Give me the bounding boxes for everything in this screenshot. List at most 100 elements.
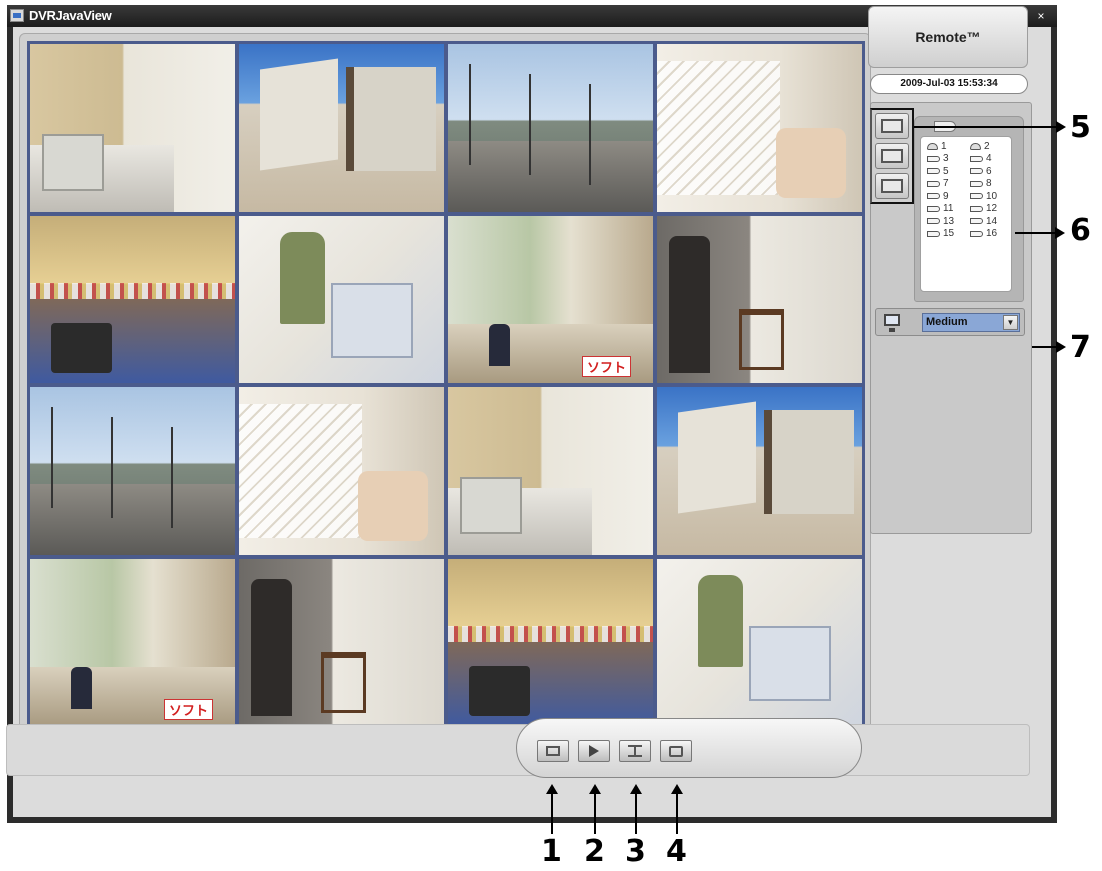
screenshot-stage: DVRJavaView ▁ ▣ × ソフトソフト Remote™ 2009-Ju… <box>0 0 1102 871</box>
camera-scene-element <box>739 309 785 370</box>
camera-list-item[interactable]: 9 <box>923 190 966 203</box>
camera-view-10[interactable] <box>239 387 444 555</box>
callout-7: 7 <box>1070 330 1091 365</box>
camera-list-item[interactable]: 12 <box>966 203 1009 216</box>
camera-list-item[interactable]: 4 <box>966 153 1009 166</box>
layout-nine-button[interactable] <box>875 143 909 169</box>
callout-3-arrow <box>630 784 642 834</box>
playback-button[interactable] <box>578 740 610 762</box>
camera-list-row: 11 12 <box>923 203 1009 216</box>
callout-1-arrow <box>546 784 558 834</box>
camera-list-item[interactable]: 1 <box>923 140 966 153</box>
camera-scene-element <box>42 134 104 192</box>
camera-scene-element <box>50 322 112 373</box>
monitor-icon <box>884 314 900 332</box>
camera-list-item[interactable]: 14 <box>966 215 1009 228</box>
layout-quad-button[interactable] <box>875 113 909 139</box>
camera-scene-element <box>669 235 711 373</box>
window-title: DVRJavaView <box>29 8 112 23</box>
camera-view-6[interactable] <box>239 215 444 383</box>
camera-number-label: 3 <box>943 153 949 165</box>
quality-select[interactable]: Medium ▼ <box>922 313 1020 332</box>
camera-list-item[interactable]: 3 <box>923 153 966 166</box>
camera-number-label: 2 <box>984 140 990 152</box>
camera-view-15[interactable] <box>448 558 653 726</box>
camera-icon <box>970 218 983 225</box>
camera-number-label: 8 <box>986 178 992 190</box>
camera-list-row: 34 <box>923 153 1009 166</box>
camera-scene-element <box>677 401 756 514</box>
callout-5: 5 <box>1070 110 1091 145</box>
camera-view-7[interactable]: ソフト <box>448 215 653 383</box>
app-icon <box>10 9 24 22</box>
camera-list-item[interactable]: 13 <box>923 215 966 228</box>
datetime-display: 2009-Jul-03 15:53:34 <box>870 74 1028 94</box>
camera-view-8[interactable] <box>657 215 862 383</box>
callout-2-arrow <box>589 784 601 834</box>
camera-view-13[interactable]: ソフト <box>30 558 235 726</box>
camera-view-16[interactable] <box>657 558 862 726</box>
search-button[interactable] <box>660 740 692 762</box>
camera-list-row: 78 <box>923 178 1009 191</box>
camera-scene-element <box>698 575 744 668</box>
camera-list-row: 9 10 <box>923 190 1009 203</box>
camera-list-item[interactable]: 10 <box>966 190 1009 203</box>
store-sign: ソフト <box>581 356 631 377</box>
camera-icon <box>927 218 940 225</box>
camera-view-1[interactable] <box>30 44 235 212</box>
camera-list-item[interactable]: 6 <box>966 165 1009 178</box>
camera-list-item[interactable]: 8 <box>966 178 1009 191</box>
network-button[interactable] <box>619 740 651 762</box>
camera-view-14[interactable] <box>239 558 444 726</box>
close-button[interactable]: × <box>1031 8 1051 24</box>
grid-4-icon <box>881 119 903 133</box>
callout-7-arrow <box>1032 341 1066 353</box>
dome-camera-icon <box>927 142 938 150</box>
camera-list-item[interactable]: 16 <box>966 228 1009 241</box>
camera-list-row: 56 <box>923 165 1009 178</box>
camera-icon <box>927 230 940 237</box>
callout-6: 6 <box>1070 213 1091 248</box>
camera-view-12[interactable] <box>657 387 862 555</box>
camera-icon <box>970 205 983 212</box>
camera-video-grid: ソフト ソフト <box>27 41 865 729</box>
camera-view-11[interactable] <box>448 387 653 555</box>
callout-6-arrow <box>1015 227 1065 239</box>
callout-3: 3 <box>625 834 646 869</box>
camera-icon <box>970 193 983 200</box>
camera-view-4[interactable] <box>657 44 862 212</box>
store-sign: ソフト <box>163 699 213 720</box>
camera-number-label: 6 <box>986 165 992 177</box>
camera-scene-element <box>345 67 436 172</box>
remote-button[interactable]: Remote™ <box>868 6 1028 68</box>
callout-1: 1 <box>541 834 562 869</box>
camera-icon <box>970 180 983 187</box>
chevron-down-icon[interactable]: ▼ <box>1003 315 1018 330</box>
camera-list-item[interactable]: 15 <box>923 228 966 241</box>
camera-scene-element <box>749 625 832 701</box>
camera-view-3[interactable] <box>448 44 653 212</box>
camera-icon <box>927 155 940 162</box>
camera-list-item[interactable]: 5 <box>923 165 966 178</box>
callout-4-arrow <box>671 784 683 834</box>
camera-number-label: 10 <box>986 190 998 202</box>
camera-number-label: 1 <box>941 140 947 152</box>
camera-list-item[interactable]: 7 <box>923 178 966 191</box>
camera-number-label: 5 <box>943 165 949 177</box>
camera-list-item[interactable]: 11 <box>923 203 966 216</box>
layout-sixteen-button[interactable] <box>875 173 909 199</box>
camera-list-item[interactable]: 2 <box>966 140 1009 153</box>
camera-scene-element <box>489 324 510 367</box>
camera-scene-element <box>259 58 338 171</box>
camera-list: 1 2 3 4 5 6 7 8 9 10 11 12 13 14 15 16 <box>920 136 1012 292</box>
camera-scene-element <box>30 484 235 555</box>
camera-view-2[interactable] <box>239 44 444 212</box>
camera-scene-element <box>468 665 530 716</box>
camera-scene-element <box>657 60 780 195</box>
camera-list-row: 15 16 <box>923 228 1009 241</box>
search-icon <box>669 745 683 757</box>
camera-view-9[interactable] <box>30 387 235 555</box>
live-view-button[interactable] <box>537 740 569 762</box>
camera-view-5[interactable] <box>30 215 235 383</box>
camera-scene-element <box>50 407 53 508</box>
